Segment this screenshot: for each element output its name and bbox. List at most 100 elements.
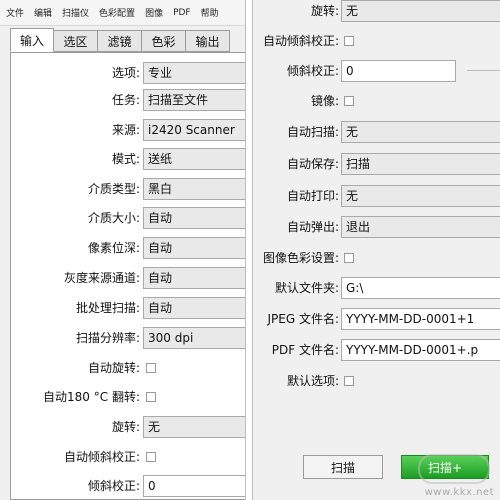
setting-label: 介质大小: <box>87 211 140 225</box>
right-row-9: 默认文件夹: G:\ <box>253 277 500 299</box>
setting-dropdown[interactable]: 自动 <box>143 207 245 229</box>
menu-edit[interactable]: 编辑 <box>30 4 56 21</box>
setting-label: 像素位深: <box>87 241 140 255</box>
scan-button[interactable]: 扫描 <box>303 455 383 479</box>
left-row-5: 介质大小: 自动 <box>0 207 245 229</box>
setting-dropdown[interactable]: 扫描至文件 <box>143 89 245 111</box>
left-row-9: 扫描分辨率: 300 dpi <box>0 327 245 349</box>
setting-dropdown[interactable]: 无 <box>341 185 500 207</box>
setting-label: 默认文件夹: <box>274 281 339 295</box>
setting-checkbox[interactable] <box>146 392 156 402</box>
setting-label: 默认选项: <box>286 374 339 388</box>
setting-label: 自动180 °C 翻转: <box>43 390 140 404</box>
setting-label: 自动旋转: <box>87 361 140 375</box>
setting-dropdown[interactable]: 专业 <box>143 62 245 84</box>
left-row-12: 旋转: 无 <box>0 416 245 438</box>
right-row-3: 镜像: <box>253 90 500 112</box>
checkbox-holder <box>341 370 500 392</box>
menu-help[interactable]: 帮助 <box>197 4 223 21</box>
tab-input[interactable]: 输入 <box>10 28 54 52</box>
left-row-2: 来源: i2420 Scanner <box>0 119 245 141</box>
checkbox-holder <box>341 90 500 112</box>
setting-label: 扫描分辨率: <box>75 331 140 345</box>
setting-dropdown[interactable]: 自动 <box>143 237 245 259</box>
menu-file[interactable]: 文件 <box>2 4 28 21</box>
watermark-logo-icon <box>418 454 490 484</box>
menu-pdf[interactable]: PDF <box>169 6 195 20</box>
setting-label: 任务: <box>111 93 140 107</box>
setting-dropdown[interactable]: 300 dpi <box>143 327 245 349</box>
left-row-11: 自动180 °C 翻转: <box>0 386 245 408</box>
setting-dropdown[interactable]: 退出 <box>341 216 500 238</box>
setting-dropdown[interactable]: 自动 <box>143 297 245 319</box>
setting-dropdown[interactable]: 自动 <box>143 267 245 289</box>
menu-image[interactable]: 图像 <box>141 4 167 21</box>
setting-label: 自动弹出: <box>286 220 339 234</box>
setting-input[interactable]: 0 <box>143 475 245 497</box>
tab-bar: 输入 选区 滤镜 色彩 输出 <box>10 28 230 52</box>
setting-label: 批处理扫描: <box>75 301 140 315</box>
menu-scanner[interactable]: 扫描仪 <box>58 4 93 21</box>
setting-label: 自动扫描: <box>286 125 339 139</box>
setting-dropdown[interactable]: 无 <box>341 121 500 143</box>
deskew-value-input[interactable]: 0 <box>341 60 456 82</box>
left-settings-pane: 文件 编辑 扫描仪 色彩配置 图像 PDF 帮助 输入 选区 滤镜 色彩 输出 … <box>0 0 246 500</box>
setting-label: 模式: <box>111 152 140 166</box>
setting-label: 倾斜校正: <box>87 479 140 493</box>
slider-holder: 0 <box>341 60 500 82</box>
left-row-1: 任务: 扫描至文件 <box>0 89 245 111</box>
setting-label: 灰度来源通道: <box>63 271 140 285</box>
right-row-10: JPEG 文件名: YYYY-MM-DD-0001+1 <box>253 308 500 330</box>
setting-checkbox[interactable] <box>146 452 156 462</box>
left-row-7: 灰度来源通道: 自动 <box>0 267 245 289</box>
setting-label: 介质类型: <box>87 182 140 196</box>
left-row-10: 自动旋转: <box>0 357 245 379</box>
left-row-3: 模式: 送纸 <box>0 148 245 170</box>
right-row-12: 默认选项: <box>253 370 500 392</box>
setting-checkbox[interactable] <box>344 376 354 386</box>
setting-label: 来源: <box>111 123 140 137</box>
tab-filter[interactable]: 滤镜 <box>98 30 142 52</box>
setting-checkbox[interactable] <box>344 253 354 263</box>
right-row-8: 图像色彩设置: <box>253 247 500 269</box>
setting-label: PDF 文件名: <box>271 343 339 357</box>
setting-checkbox[interactable] <box>344 36 354 46</box>
setting-checkbox[interactable] <box>344 96 354 106</box>
tab-color[interactable]: 色彩 <box>142 30 186 52</box>
setting-label: 自动保存: <box>286 157 339 171</box>
tab-selection[interactable]: 选区 <box>54 30 98 52</box>
setting-dropdown[interactable]: i2420 Scanner <box>143 119 245 141</box>
checkbox-holder <box>143 446 245 468</box>
menu-color-profile[interactable]: 色彩配置 <box>95 4 139 21</box>
setting-dropdown[interactable]: 无 <box>341 0 500 22</box>
checkbox-holder <box>143 357 245 379</box>
left-row-4: 介质类型: 黑白 <box>0 178 245 200</box>
setting-dropdown[interactable]: 无 <box>143 416 245 438</box>
deskew-slider[interactable] <box>467 70 500 71</box>
left-row-0: 选项: 专业 <box>0 62 245 84</box>
setting-label: 图像色彩设置: <box>262 251 339 265</box>
setting-label: 倾斜校正: <box>286 64 339 78</box>
watermark-text: www.kkx.net <box>424 487 494 498</box>
setting-label: 自动打印: <box>286 189 339 203</box>
right-row-2: 倾斜校正: 0 <box>253 60 500 82</box>
setting-input[interactable]: G:\ <box>341 277 500 299</box>
setting-label: 自动倾斜校正: <box>63 450 140 464</box>
menu-bar: 文件 编辑 扫描仪 色彩配置 图像 PDF 帮助 <box>0 0 245 26</box>
checkbox-holder <box>143 386 245 408</box>
setting-label: 旋转: <box>111 420 140 434</box>
setting-input[interactable]: YYYY-MM-DD-0001+.p <box>341 339 500 361</box>
right-settings-pane: 旋转: 无自动倾斜校正: 倾斜校正: 0 镜像: 自动扫描: 无自动保存: 扫描 自动打印: 无自… <box>252 0 500 500</box>
right-row-1: 自动倾斜校正: <box>253 30 500 52</box>
checkbox-holder <box>341 30 500 52</box>
right-row-4: 自动扫描: 无 <box>253 121 500 143</box>
tab-output[interactable]: 输出 <box>186 30 230 52</box>
setting-dropdown[interactable]: 送纸 <box>143 148 245 170</box>
setting-input[interactable]: YYYY-MM-DD-0001+1 <box>341 308 500 330</box>
setting-dropdown[interactable]: 黑白 <box>143 178 245 200</box>
setting-checkbox[interactable] <box>146 363 156 373</box>
left-row-14: 倾斜校正: 0 <box>0 475 245 497</box>
setting-dropdown[interactable]: 扫描 <box>341 153 500 175</box>
right-row-7: 自动弹出: 退出 <box>253 216 500 238</box>
right-row-11: PDF 文件名: YYYY-MM-DD-0001+.p <box>253 339 500 361</box>
